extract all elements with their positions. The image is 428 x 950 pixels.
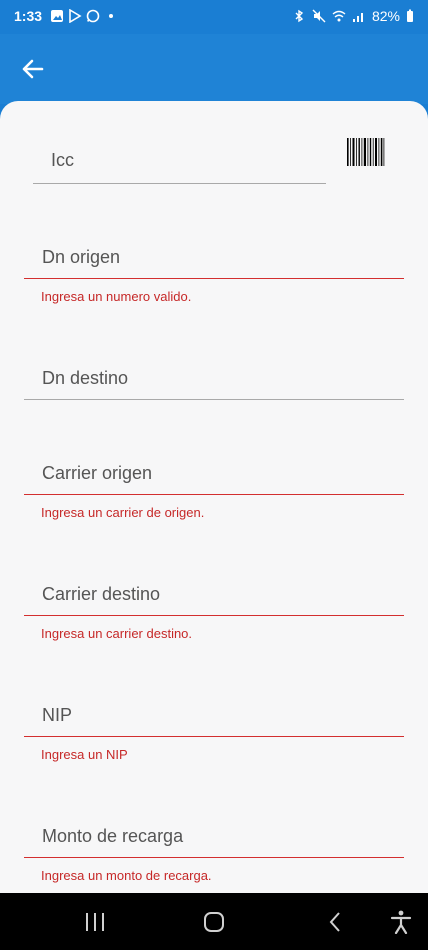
whatsapp-icon [86,9,100,23]
recent-apps-icon[interactable] [84,912,106,932]
nav-back-icon[interactable] [327,911,343,933]
status-bar: 1:33 82% [0,0,428,34]
play-store-icon [69,9,82,23]
system-icons: 82% [292,8,414,24]
gallery-icon [51,10,63,22]
icc-field[interactable]: Icc [33,140,326,186]
monto-recarga-underline [24,857,404,858]
nip-field[interactable]: NIP Ingresa un NIP [24,698,404,768]
bluetooth-icon [295,9,304,23]
dn-origen-error: Ingresa un numero valido. [41,289,192,304]
monto-recarga-label: Monto de recarga [42,826,184,846]
carrier-destino-field[interactable]: Carrier destino Ingresa un carrier desti… [24,577,404,647]
monto-recarga-error: Ingresa un monto de recarga. [41,868,212,883]
app-bar [0,34,428,104]
carrier-destino-underline [24,615,404,616]
barcode-scanner-icon[interactable] [346,137,386,167]
accessibility-icon[interactable] [390,910,412,934]
carrier-origen-underline [24,494,404,495]
battery-percentage: 82% [371,8,400,24]
dn-origen-field[interactable]: Dn origen Ingresa un numero valido. [24,240,404,310]
nip-error: Ingresa un NIP [41,747,128,762]
battery-icon [407,9,413,22]
signal-icon [352,13,363,22]
dn-destino-field[interactable]: Dn destino [24,361,404,405]
nip-underline [24,736,404,737]
nip-label: NIP [42,705,73,725]
mute-icon [312,9,326,23]
carrier-destino-label: Carrier destino [42,584,161,604]
icc-label: Icc [51,150,75,170]
status-time: 1:33 [14,8,43,24]
dot-icon [109,14,113,18]
dn-origen-label: Dn origen [42,247,121,267]
carrier-origen-field[interactable]: Carrier origen Ingresa un carrier de ori… [24,456,404,526]
carrier-destino-error: Ingresa un carrier destino. [41,626,193,641]
home-icon[interactable] [203,911,225,933]
system-navigation-bar [0,893,428,950]
icc-underline [33,183,326,184]
wifi-icon [332,10,346,22]
back-arrow-icon[interactable] [18,54,48,84]
monto-recarga-field[interactable]: Monto de recarga Ingresa un monto de rec… [24,819,404,889]
dn-destino-underline [24,399,404,400]
carrier-origen-error: Ingresa un carrier de origen. [41,505,205,520]
carrier-origen-label: Carrier origen [42,463,153,483]
dn-origen-underline [24,278,404,279]
dn-destino-label: Dn destino [42,368,129,388]
notification-icons [50,9,118,23]
